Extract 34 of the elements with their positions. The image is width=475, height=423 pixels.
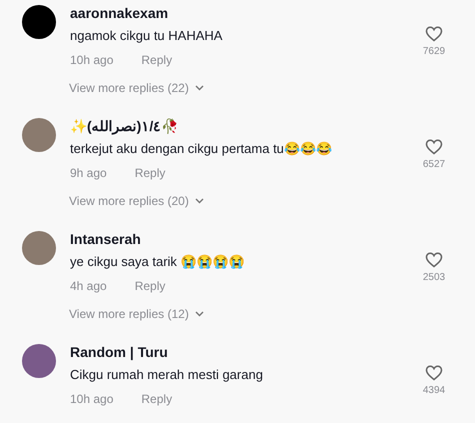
timestamp: 9h ago [70, 166, 107, 180]
username[interactable]: Intanserah [70, 230, 409, 248]
reply-link[interactable]: Reply [141, 392, 172, 406]
timestamp: 4h ago [70, 279, 107, 293]
comment-text: ye cikgu saya tarik 😭😭😭😭 [70, 253, 246, 270]
view-more-replies-link[interactable]: View more replies (12) [69, 307, 204, 321]
like-count: 7629 [422, 46, 446, 57]
comment-text: ngamok cikgu tu HAHAHA [70, 27, 224, 44]
reply-link[interactable]: Reply [141, 53, 172, 67]
avatar-cartoon-placeholder[interactable] [22, 344, 56, 378]
view-more-replies-link[interactable]: View more replies (20) [69, 194, 204, 208]
chevron-down-icon [194, 198, 204, 204]
like-count: 6527 [422, 159, 446, 170]
view-more-replies-link[interactable]: View more replies (22) [69, 81, 204, 95]
chevron-down-icon [194, 85, 204, 91]
reply-link[interactable]: Reply [134, 279, 166, 293]
heart-icon[interactable] [425, 252, 443, 268]
avatar-circle[interactable] [22, 5, 56, 39]
avatar-photo-placeholder[interactable] [22, 118, 56, 152]
timestamp: 10h ago [70, 53, 114, 67]
chevron-down-icon [194, 311, 204, 317]
reply-link[interactable]: Reply [134, 166, 166, 180]
username[interactable]: Random | Turu [70, 343, 409, 361]
avatar-photo-placeholder[interactable] [22, 231, 56, 265]
timestamp: 10h ago [70, 392, 114, 406]
username[interactable]: ✨(نصرالله)١/٤🥀 [70, 117, 409, 135]
like-count: 4394 [422, 385, 446, 396]
like-count: 2503 [422, 272, 446, 283]
username[interactable]: aaronnakexam [70, 4, 409, 22]
comment-text: terkejut aku dengan cikgu pertama tu😂😂😂 [70, 140, 333, 157]
heart-icon[interactable] [425, 139, 443, 155]
heart-icon[interactable] [425, 26, 443, 42]
heart-icon[interactable] [425, 365, 443, 381]
comment-text: Cikgu rumah merah mesti garang [70, 366, 264, 383]
